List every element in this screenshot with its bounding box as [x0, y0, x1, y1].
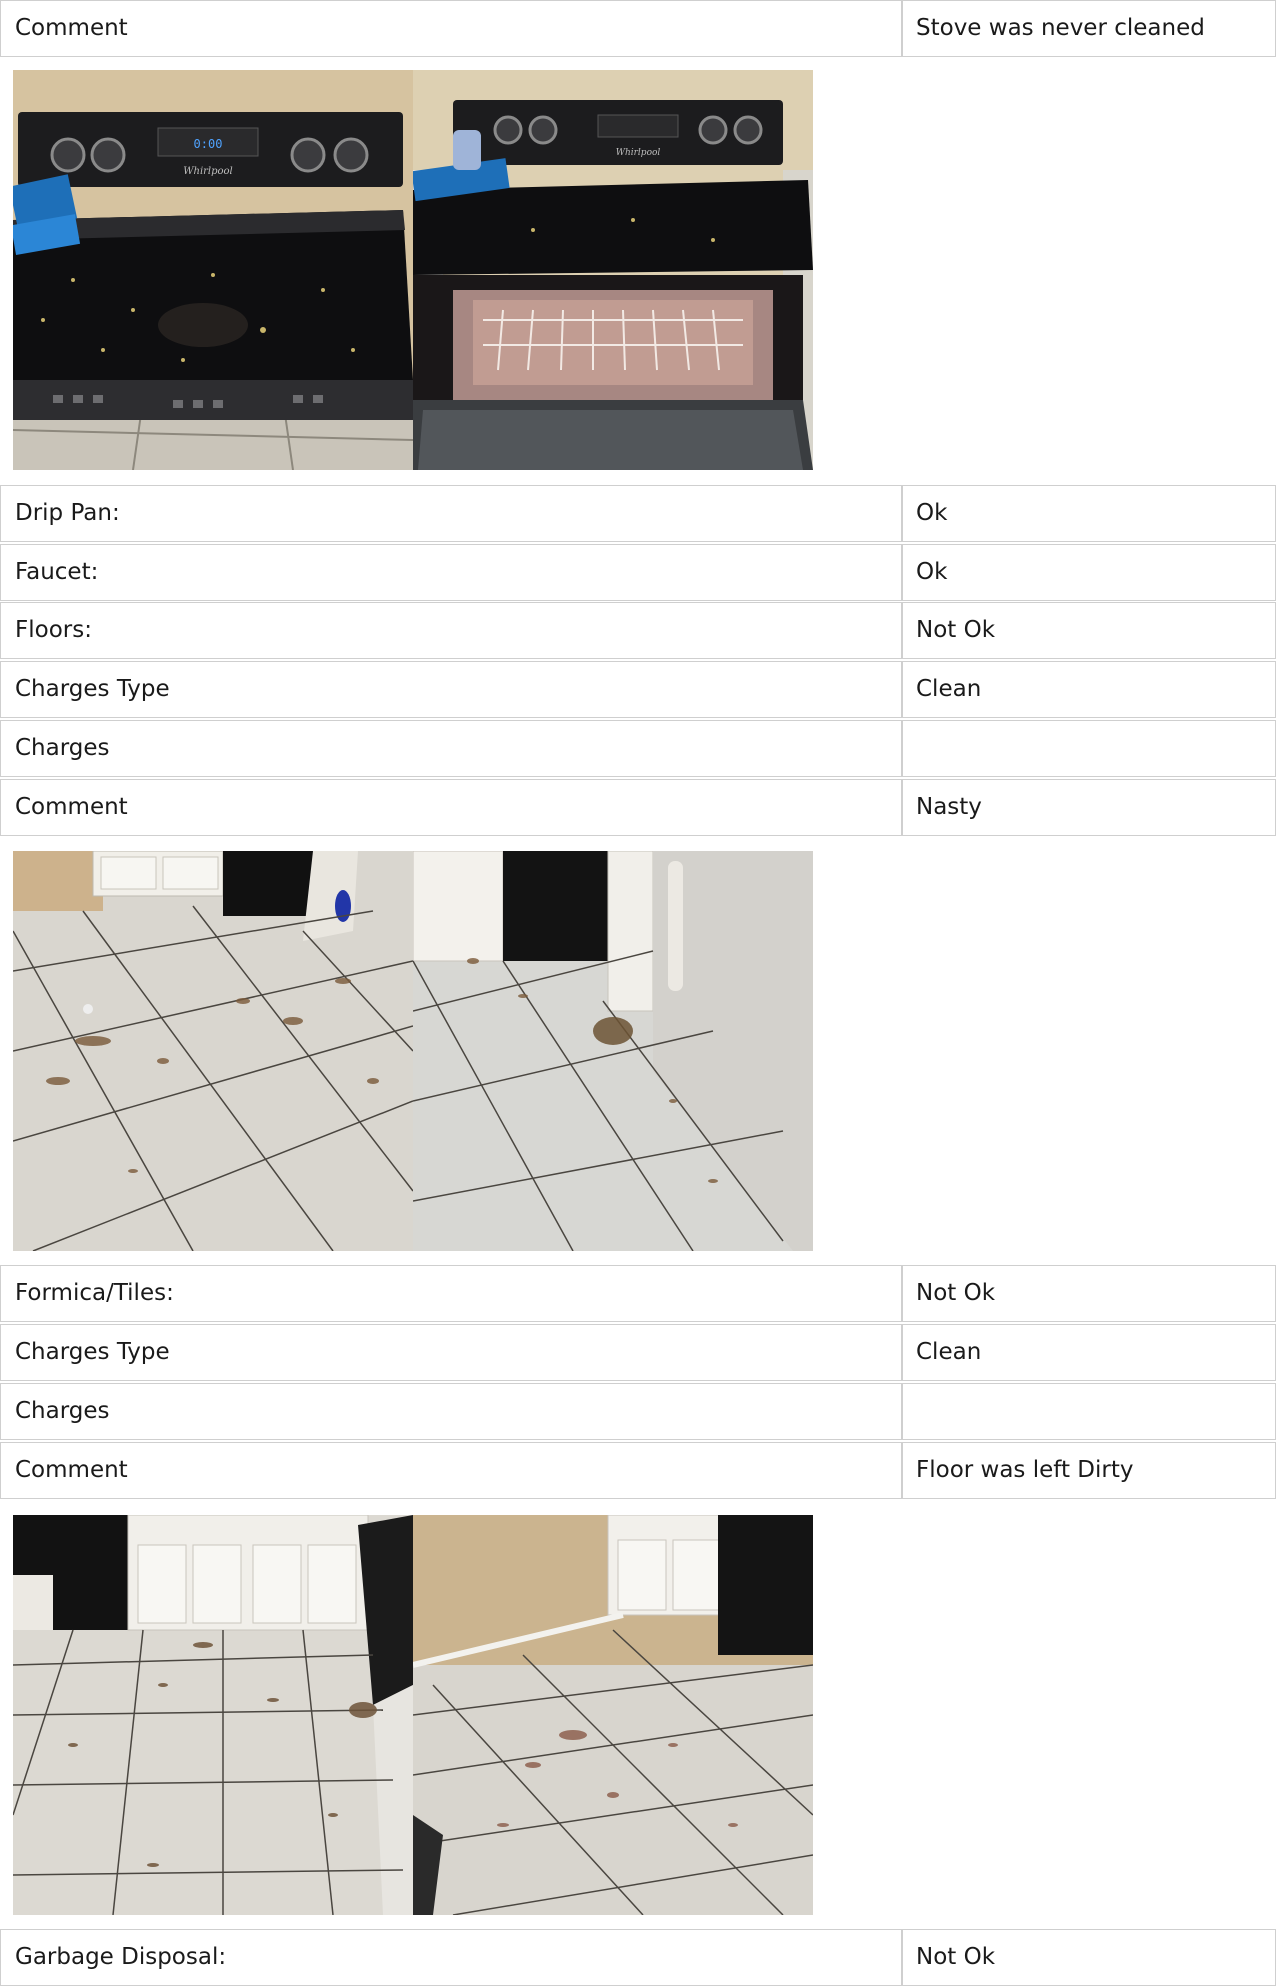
floor-photo-1[interactable] [13, 851, 413, 1251]
column-divider [901, 721, 903, 776]
column-divider [901, 1325, 903, 1380]
row-label: Comment [15, 1457, 128, 1483]
row-value: Ok [916, 500, 948, 526]
row-label: Charges Type [15, 676, 170, 702]
column-divider [901, 780, 903, 835]
stove-photo-gallery: 0:00 Whirlpool Whirlpool [13, 70, 813, 470]
tile-photo-1[interactable] [13, 1515, 413, 1915]
row-value: Not Ok [916, 1280, 996, 1306]
inspection-row-comment: Comment Nasty [0, 779, 1276, 836]
row-label: Faucet: [15, 559, 99, 585]
inspection-row-faucet: Faucet: Ok [0, 544, 1276, 601]
column-divider [901, 1, 903, 56]
inspection-row-charges-type: Charges Type Clean [0, 1324, 1276, 1381]
inspection-row-charges: Charges [0, 1383, 1276, 1440]
row-value: Not Ok [916, 1944, 996, 1970]
floor-photo-gallery [13, 851, 813, 1251]
row-label: Floors: [15, 617, 92, 643]
row-label: Formica/Tiles: [15, 1280, 174, 1306]
tile-photo-gallery [13, 1515, 813, 1915]
column-divider [901, 662, 903, 717]
row-label: Comment [15, 794, 128, 820]
row-label: Charges Type [15, 1339, 170, 1365]
inspection-row-comment: Comment Stove was never cleaned [0, 0, 1276, 57]
row-value: Clean [916, 676, 982, 702]
inspection-row-garbage-disposal: Garbage Disposal: Not Ok [0, 1929, 1276, 1986]
row-value: Nasty [916, 794, 982, 820]
inspection-row-floors: Floors: Not Ok [0, 602, 1276, 659]
inspection-row-charges-type: Charges Type Clean [0, 661, 1276, 718]
column-divider [901, 1266, 903, 1321]
inspection-row-drip-pan: Drip Pan: Ok [0, 485, 1276, 542]
row-value: Stove was never cleaned [916, 15, 1205, 41]
row-label: Charges [15, 735, 110, 761]
stove-display-readout: 0:00 [194, 137, 223, 151]
row-label: Charges [15, 1398, 110, 1424]
stove-front-photo[interactable]: 0:00 Whirlpool [13, 70, 413, 470]
stove-brand-logo: Whirlpool [183, 166, 233, 177]
row-label: Drip Pan: [15, 500, 120, 526]
row-value: Ok [916, 559, 948, 585]
column-divider [901, 1384, 903, 1439]
stove-open-oven-photo[interactable]: Whirlpool [413, 70, 813, 470]
row-label: Garbage Disposal: [15, 1944, 227, 1970]
row-value: Floor was left Dirty [916, 1457, 1134, 1483]
column-divider [901, 545, 903, 600]
inspection-row-charges: Charges [0, 720, 1276, 777]
column-divider [901, 1443, 903, 1498]
stove-brand-logo: Whirlpool [616, 148, 661, 158]
column-divider [901, 603, 903, 658]
row-value: Not Ok [916, 617, 996, 643]
inspection-row-comment: Comment Floor was left Dirty [0, 1442, 1276, 1499]
column-divider [901, 1930, 903, 1985]
column-divider [901, 486, 903, 541]
row-label: Comment [15, 15, 128, 41]
row-value: Clean [916, 1339, 982, 1365]
tile-photo-2[interactable] [413, 1515, 813, 1915]
floor-photo-2[interactable] [413, 851, 813, 1251]
inspection-row-formica-tiles: Formica/Tiles: Not Ok [0, 1265, 1276, 1322]
